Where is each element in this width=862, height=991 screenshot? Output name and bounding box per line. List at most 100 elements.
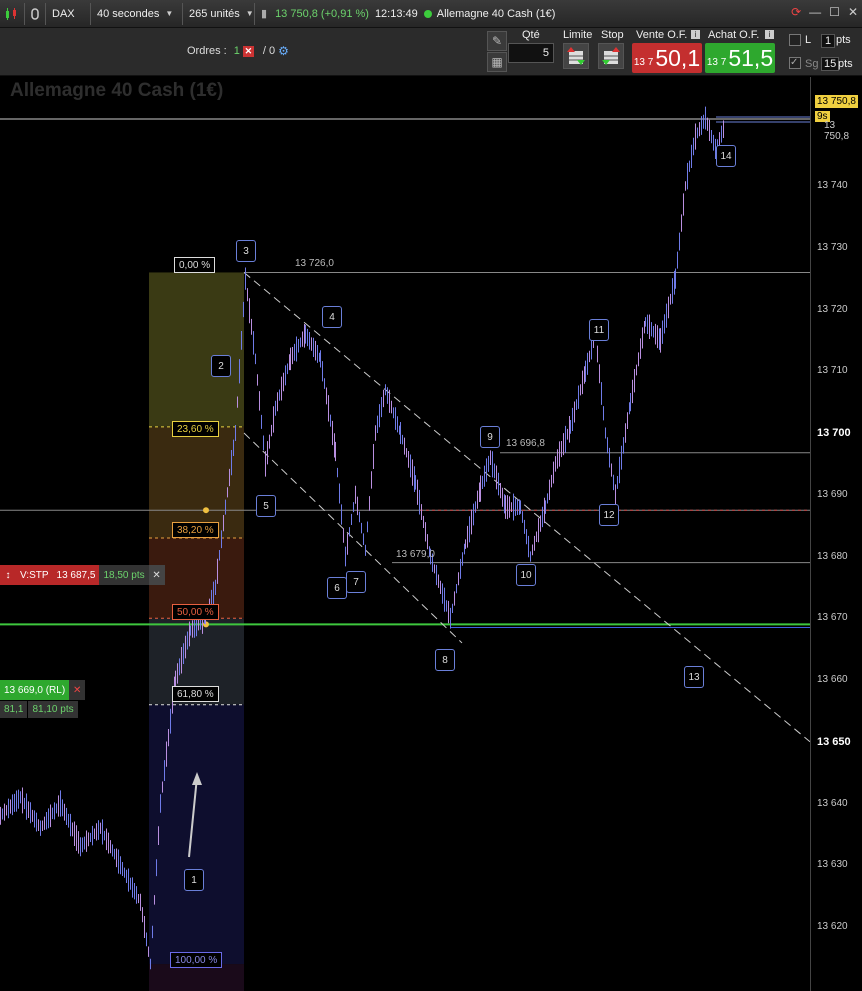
buy-price: 51,5	[728, 45, 774, 71]
close-icon[interactable]: ✕	[148, 565, 165, 585]
fib-label-50: 50,00 %	[172, 604, 219, 620]
sell-price-prefix: 13 7	[633, 57, 654, 68]
chevron-down-icon: ▼	[165, 9, 174, 18]
wave-label-5[interactable]: 5	[256, 495, 276, 517]
y-tick-label: 13 680	[817, 550, 848, 562]
quantity-input[interactable]: 5	[508, 43, 554, 63]
drag-handle-icon[interactable]: ↕	[0, 565, 16, 585]
cancel-orders-icon[interactable]: ✕	[242, 45, 254, 57]
wave-label-4[interactable]: 4	[322, 306, 342, 328]
sell-button[interactable]: 13 7 50,1	[632, 43, 702, 73]
stop-order-button[interactable]	[598, 43, 624, 69]
fib-label-61: 61,80 %	[172, 686, 219, 702]
y-tick-label: 13 670	[817, 612, 848, 624]
y-tick-label: 13 650	[817, 735, 851, 748]
trendline-upper	[243, 272, 810, 743]
wave-label-10[interactable]: 10	[516, 564, 536, 586]
y-tick-label: 13 720	[817, 303, 848, 315]
stop-label: Stop	[601, 29, 624, 41]
wave-label-2[interactable]: 2	[211, 355, 231, 377]
limit-order-price: 13 669,0 (RL)	[0, 680, 70, 700]
fib-label-23: 23,60 %	[172, 421, 219, 437]
chevron-down-icon: ▼	[245, 9, 254, 18]
top-toolbar: DAX 40 secondes ▼ 265 unités ▼ ▮ 13 750,8 …	[0, 0, 862, 28]
chart-plot-area[interactable]	[0, 77, 810, 991]
wave-label-11[interactable]: 11	[589, 319, 609, 341]
y-tick-label: 13 660	[817, 674, 848, 685]
sg-label: Sg	[805, 58, 819, 70]
maximize-icon[interactable]: ☐	[829, 5, 840, 19]
price-change: 13 750,8 (+0,91 %)	[275, 7, 369, 20]
market-open-icon	[423, 9, 432, 18]
units-value: 265 unités	[189, 7, 240, 20]
stop-order-label: V:STP	[16, 565, 53, 585]
stop-order-pts: 18,50 pts	[99, 565, 149, 585]
current-price-tag: 13 750,8	[815, 95, 858, 108]
l-checkbox[interactable]	[789, 34, 801, 46]
limit-order-qty: 81,1	[0, 701, 28, 718]
y-tick-label: 13 640	[817, 797, 848, 809]
gear-icon[interactable]: ⚙	[278, 44, 289, 58]
stop-order-price: 13 687,5	[52, 565, 100, 585]
level-label-13696: 13 696,8	[506, 438, 545, 449]
y-tick-label: 13 740	[817, 180, 848, 191]
price-tag-2: 13 750,8	[824, 120, 850, 142]
instrument-select[interactable]: DAX	[46, 2, 91, 25]
wave-label-8[interactable]: 8	[435, 649, 455, 671]
y-axis[interactable]	[810, 77, 862, 991]
buy-price-prefix: 13 7	[706, 57, 727, 68]
keypad-icon[interactable]: ▦	[487, 52, 507, 72]
link-icon[interactable]	[25, 2, 46, 25]
minimize-icon[interactable]: —	[809, 5, 821, 19]
orders-count-b: / 0	[262, 45, 276, 57]
info-icon[interactable]: i	[765, 30, 774, 39]
refresh-icon[interactable]: ⟳	[791, 5, 801, 19]
buy-label: Achat O.F.	[708, 29, 760, 41]
interval-select[interactable]: 40 secondes ▼	[91, 2, 183, 25]
sg-checkbox[interactable]: ✓	[789, 57, 801, 69]
wrench-icon[interactable]: ✎	[487, 31, 507, 51]
limit-order-line-tag[interactable]: 13 669,0 (RL) ✕	[0, 680, 86, 700]
wave-label-3[interactable]: 3	[236, 240, 256, 262]
wave-label-1[interactable]: 1	[184, 869, 204, 891]
sg-value-input[interactable]: 15	[821, 57, 840, 71]
y-tick-label: 13 630	[817, 859, 848, 871]
interval-value: 40 secondes	[97, 7, 160, 20]
y-tick-label: 13 700	[817, 427, 851, 439]
y-tick-label: 13 690	[817, 488, 848, 500]
info-icon[interactable]: i	[691, 30, 700, 39]
info-icon[interactable]: ▮	[261, 7, 267, 20]
wave-label-7[interactable]: 7	[346, 571, 366, 593]
wave-label-13[interactable]: 13	[684, 666, 704, 688]
l-pts-label: pts	[836, 34, 851, 46]
orders-count: 1	[233, 45, 240, 57]
close-icon[interactable]: ✕	[848, 5, 858, 19]
orders-summary: Ordres : 1 ✕ / 0 ⚙	[187, 44, 289, 58]
candlestick-icon[interactable]	[0, 2, 25, 25]
order-bar: Ordres : 1 ✕ / 0 ⚙ ✎ ▦ Qté 5 Limite Stop…	[0, 28, 862, 76]
level-label-13679: 13 679,0	[396, 549, 435, 560]
stop-order-line-tag[interactable]: ↕ V:STP 13 687,5 18,50 pts ✕	[0, 565, 165, 585]
wave-label-14[interactable]: 14	[716, 145, 736, 167]
wave-label-12[interactable]: 12	[599, 504, 619, 526]
price-chart[interactable]: Allemagne 40 Cash (1€) 13 620 13 630 13 64…	[0, 77, 862, 991]
wave-label-6[interactable]: 6	[327, 577, 347, 599]
sell-price: 50,1	[655, 45, 701, 71]
quote-summary: ▮ 13 750,8 (+0,91 %) 12:13:49 Allemagne …	[255, 3, 561, 25]
window-controls: ⟳ — ☐ ✕	[791, 5, 858, 19]
wave-label-9[interactable]: 9	[480, 426, 500, 448]
units-select[interactable]: 265 unités ▼	[183, 2, 255, 25]
buy-button[interactable]: 13 7 51,5	[705, 43, 775, 73]
qty-label: Qté	[522, 29, 540, 41]
quote-time: 12:13:49	[374, 7, 418, 20]
sg-pts-label: pts	[838, 58, 853, 70]
l-value-input[interactable]: 1	[821, 34, 836, 48]
stop-handle	[203, 507, 209, 514]
y-tick-label: 13 730	[817, 241, 848, 253]
fib-zone-0	[149, 272, 244, 427]
fib-label-100: 100,00 %	[170, 952, 223, 968]
sell-label: Vente O.F.	[636, 29, 688, 41]
close-icon[interactable]: ✕	[69, 680, 86, 700]
fib-label-38: 38,20 %	[172, 522, 219, 538]
limit-order-button[interactable]	[563, 43, 589, 69]
